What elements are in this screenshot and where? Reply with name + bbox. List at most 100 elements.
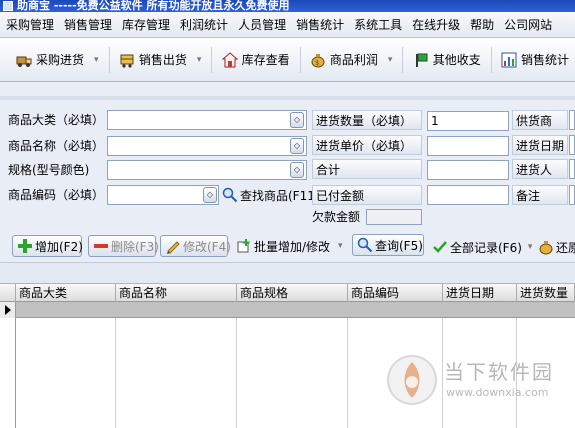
menu-purchase[interactable]: 采购管理 <box>0 16 58 33</box>
truck-icon <box>16 52 32 68</box>
delete-button[interactable]: 删除(F3) <box>88 235 159 257</box>
category-select[interactable] <box>107 110 307 130</box>
restore-label: 还原 <box>556 240 575 255</box>
column-header[interactable]: 商品规格 <box>237 284 348 302</box>
purchase-button[interactable]: 采购进货 ▾ <box>10 44 105 76</box>
buyer-input[interactable] <box>569 159 575 179</box>
menu-profit[interactable]: 利润统计 <box>174 16 232 33</box>
all-records-label: 全部记录(F6) <box>450 240 522 255</box>
chevron-down-icon[interactable]: ▾ <box>528 242 533 252</box>
chevron-down-icon[interactable]: ◇ <box>290 112 304 128</box>
batch-edit-label: 批量增加/修改 <box>254 239 331 254</box>
grid-column-line <box>0 318 16 428</box>
owed-label: 欠款金额 <box>312 210 361 224</box>
supplier-label: 供货商 <box>512 110 568 130</box>
site-watermark: 当下软件园 www.downxia.com <box>384 350 574 410</box>
chevron-down-icon[interactable]: ◇ <box>290 162 304 178</box>
other-income-button[interactable]: 其他收支 <box>407 44 487 76</box>
grid-divider <box>0 262 575 284</box>
inventory-button[interactable]: 库存查看 <box>216 44 296 76</box>
minus-icon <box>93 238 109 254</box>
find-product-label: 查找商品(F11) <box>240 188 320 203</box>
date-input[interactable] <box>569 135 575 155</box>
date-label: 进货日期 <box>512 135 568 155</box>
add-button[interactable]: 增加(F2) <box>12 235 83 257</box>
menu-update[interactable]: 在线升级 <box>406 16 464 33</box>
menu-bar: 采购管理 销售管理 库存管理 利润统计 人员管理 销售统计 系统工具 在线升级 … <box>0 12 575 38</box>
chevron-down-icon[interactable]: ▾ <box>197 55 202 65</box>
paid-input[interactable] <box>427 185 509 205</box>
sales-button[interactable]: 销售出货 ▾ <box>113 44 208 76</box>
spec-label: 规格(型号颜色) <box>8 163 90 177</box>
spec-select[interactable] <box>107 160 307 180</box>
chevron-down-icon[interactable]: ▾ <box>94 55 99 65</box>
owed-field <box>366 209 422 225</box>
menu-staff[interactable]: 人员管理 <box>232 16 290 33</box>
menu-website[interactable]: 公司网站 <box>498 16 556 33</box>
house-icon <box>221 51 238 68</box>
row-pointer-icon <box>0 302 16 318</box>
note-input[interactable] <box>569 185 575 205</box>
note-label: 备注 <box>512 185 568 205</box>
chevron-down-icon[interactable]: ◇ <box>203 187 217 203</box>
column-header[interactable]: 进货日期 <box>443 284 517 302</box>
flag-icon <box>413 52 429 68</box>
chevron-down-icon[interactable]: ◇ <box>290 138 304 154</box>
other-income-label: 其他收支 <box>432 53 481 67</box>
money-bag-icon: $ <box>310 52 326 68</box>
cart-icon <box>119 52 135 68</box>
query-label: 查询(F5) <box>375 238 423 253</box>
batch-plus-icon <box>236 238 252 254</box>
price-input[interactable] <box>427 136 509 156</box>
sales-stats-label: 销售统计 <box>521 53 570 67</box>
form-top-strip <box>0 96 575 100</box>
sales-stats-button[interactable]: 销售统计 <box>495 44 575 76</box>
grid-column-line <box>237 318 348 428</box>
category-label: 商品大类（必填） <box>8 113 105 127</box>
paid-label: 已付金额 <box>312 185 422 205</box>
window-title: 助商宝 -----免费公益软件 所有功能开放且永久免费使用 <box>17 0 290 12</box>
edit-label: 修改(F4) <box>183 239 231 254</box>
main-toolbar: 采购进货 ▾ 销售出货 ▾ 库存查看 $ 商品利润 ▾ 其他收支 销售统计 <box>0 38 575 82</box>
find-product-button[interactable]: 查找商品(F11) <box>222 184 320 206</box>
grid-column-line <box>16 318 116 428</box>
menu-help[interactable]: 帮助 <box>464 16 498 33</box>
table-row[interactable] <box>0 302 575 318</box>
menu-sales[interactable]: 销售管理 <box>58 16 116 33</box>
chevron-down-icon[interactable]: ▾ <box>388 55 393 65</box>
all-records-button[interactable]: 全部记录(F6) ▾ <box>432 236 532 258</box>
delete-label: 删除(F3) <box>111 239 159 254</box>
menu-tools[interactable]: 系统工具 <box>348 16 406 33</box>
column-header[interactable]: 进货数量 <box>517 284 575 302</box>
svg-text:$: $ <box>315 59 319 67</box>
buyer-label: 进货人 <box>512 159 568 179</box>
profit-label: 商品利润 <box>329 53 378 67</box>
sales-label: 销售出货 <box>138 53 187 67</box>
name-select[interactable] <box>107 136 307 156</box>
row-selector-header <box>0 284 16 302</box>
column-header[interactable]: 商品名称 <box>116 284 237 302</box>
price-label: 进货单价（必填） <box>312 135 422 155</box>
watermark-url: www.downxia.com <box>446 386 549 399</box>
column-header[interactable]: 商品大类 <box>16 284 116 302</box>
edit-button[interactable]: 修改(F4) <box>160 235 231 257</box>
grid-header: 商品大类 商品名称 商品规格 商品编码 进货日期 进货数量 <box>0 284 575 302</box>
total-field <box>427 160 509 180</box>
chevron-down-icon[interactable]: ▾ <box>338 241 343 251</box>
chart-icon <box>501 52 517 68</box>
column-header[interactable]: 商品编码 <box>348 284 443 302</box>
restore-button[interactable]: 还原 <box>538 236 575 258</box>
checkmark-icon <box>432 239 448 255</box>
menu-inventory[interactable]: 库存管理 <box>116 16 174 33</box>
qty-label: 进货数量（必填） <box>312 110 422 130</box>
supplier-input[interactable] <box>569 110 575 130</box>
watermark-title: 当下软件园 <box>444 360 554 384</box>
query-button[interactable]: 查询(F5) <box>352 234 424 256</box>
code-label: 商品编码（必填） <box>8 188 105 202</box>
title-bar: 助商宝 -----免费公益软件 所有功能开放且永久免费使用 <box>0 0 575 12</box>
add-label: 增加(F2) <box>35 239 83 254</box>
menu-sales-stats[interactable]: 销售统计 <box>290 16 348 33</box>
qty-input[interactable]: 1 <box>427 111 509 131</box>
batch-edit-button[interactable]: 批量增加/修改 ▾ <box>236 235 343 257</box>
profit-button[interactable]: $ 商品利润 ▾ <box>304 44 399 76</box>
